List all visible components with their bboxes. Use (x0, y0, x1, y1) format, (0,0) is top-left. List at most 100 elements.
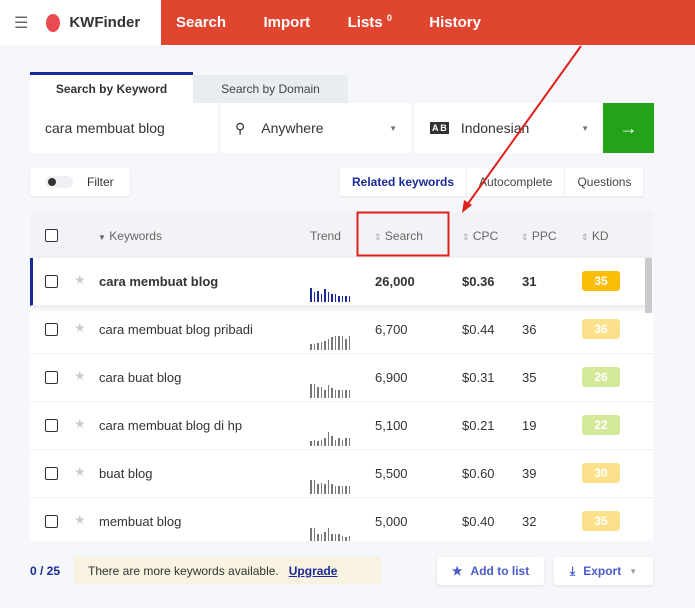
sort-icon: ⇕ (581, 232, 589, 242)
trend-bar (310, 441, 312, 446)
keyword-text[interactable]: cara membuat blog (99, 274, 218, 289)
search-volume: 5,000 (375, 514, 408, 529)
star-icon[interactable]: ★ (74, 464, 86, 480)
keyword-input[interactable]: cara membuat blog (30, 103, 218, 153)
row-checkbox[interactable] (45, 419, 58, 432)
table-row[interactable]: ★ cara membuat blog di hp 5,100 $0.21 19… (30, 402, 653, 450)
column-search-label: Search (384, 229, 423, 243)
trend-bar (338, 335, 340, 350)
trend-bar (338, 438, 340, 446)
star-icon[interactable]: ★ (74, 320, 86, 336)
keyword-text[interactable]: cara membuat blog pribadi (99, 322, 253, 337)
table-row[interactable]: ★ membuat blog 5,000 $0.40 32 35 (30, 498, 653, 541)
add-to-list-label: Add to list (470, 564, 530, 578)
sort-icon: ⇕ (462, 232, 470, 242)
trend-bar (348, 535, 350, 541)
column-search[interactable]: ⇕ Search (374, 229, 423, 243)
keywords-table: ▼ Keywords Trend ⇕ Search ⇕ CPC ⇕ PPC ⇕ … (30, 212, 653, 541)
trend-bar (313, 343, 315, 350)
keyword-text[interactable]: membuat blog (99, 514, 181, 529)
trend-bar (341, 295, 343, 302)
keyword-text[interactable]: cara buat blog (99, 370, 181, 385)
nav-search[interactable]: Search (176, 14, 226, 31)
table-row[interactable]: ★ cara buat blog 6,900 $0.31 35 26 (30, 354, 653, 402)
export-button[interactable]: ⤓ Export ▼ (554, 557, 653, 585)
search-go-button[interactable]: → (603, 103, 654, 153)
nav-history[interactable]: History (429, 14, 481, 31)
star-icon[interactable]: ★ (74, 512, 86, 528)
trend-bar (320, 439, 322, 446)
star-icon[interactable]: ★ (74, 272, 86, 288)
trend-bar (334, 390, 336, 398)
export-label: Export (583, 564, 622, 578)
row-checkbox[interactable] (45, 323, 58, 336)
brand: ☰ KWFinder (0, 0, 161, 45)
trend-bar (331, 337, 333, 350)
trend-bar (313, 292, 315, 302)
upgrade-link[interactable]: Upgrade (289, 564, 338, 578)
trend-bar (324, 341, 326, 350)
trend-bar (327, 292, 329, 302)
trend-bar (345, 486, 347, 494)
row-checkbox[interactable] (45, 275, 58, 288)
tab-related-keywords[interactable]: Related keywords (340, 168, 466, 196)
select-all-checkbox[interactable] (45, 229, 58, 242)
search-form: cara membuat blog ⚲ Anywhere ▼ A B Indon… (30, 103, 654, 153)
column-ppc[interactable]: ⇕ PPC (521, 229, 557, 243)
trend-bar (341, 390, 343, 398)
trend-bar (317, 290, 319, 302)
tab-questions[interactable]: Questions (564, 168, 643, 196)
keyword-text[interactable]: cara membuat blog di hp (99, 418, 242, 433)
ppc-value: 19 (522, 418, 537, 433)
cpc-value: $0.44 (462, 322, 495, 337)
language-select[interactable]: A B Indonesian ▼ (414, 103, 603, 153)
table-row[interactable]: ★ cara membuat blog 26,000 $0.36 31 35 (30, 258, 653, 306)
column-kd[interactable]: ⇕ KD (581, 229, 609, 243)
column-keywords[interactable]: ▼ Keywords (98, 229, 162, 243)
trend-bar (334, 294, 336, 302)
row-checkbox[interactable] (45, 515, 58, 528)
column-cpc[interactable]: ⇕ CPC (462, 229, 498, 243)
star-icon[interactable]: ★ (74, 368, 86, 384)
location-select[interactable]: ⚲ Anywhere ▼ (221, 103, 411, 153)
keyword-mode-tabs: Related keywords Autocomplete Questions (340, 168, 644, 196)
kwfinder-logo-icon (46, 13, 61, 32)
table-row[interactable]: ★ cara membuat blog pribadi 6,700 $0.44 … (30, 306, 653, 354)
selected-count: 0 / 25 (30, 564, 61, 578)
tab-search-by-domain[interactable]: Search by Domain (193, 75, 348, 103)
tab-autocomplete[interactable]: Autocomplete (466, 168, 564, 196)
nav-import[interactable]: Import (264, 14, 311, 31)
trend-bar (320, 386, 322, 398)
trend-bar (320, 482, 322, 494)
trend-bar (334, 486, 336, 494)
trend-bar (345, 390, 347, 398)
table-row[interactable]: ★ buat blog 5,500 $0.60 39 30 (30, 450, 653, 498)
trend-sparkline (310, 430, 350, 446)
cpc-value: $0.60 (462, 466, 495, 481)
row-checkbox[interactable] (45, 467, 58, 480)
add-to-list-button[interactable]: ★ Add to list (437, 557, 544, 585)
trend-bar (320, 294, 322, 302)
table-scrollbar[interactable] (645, 258, 652, 313)
tab-search-by-keyword[interactable]: Search by Keyword (30, 72, 193, 103)
search-volume: 26,000 (375, 274, 415, 289)
row-checkbox[interactable] (45, 371, 58, 384)
hamburger-icon[interactable]: ☰ (14, 13, 28, 33)
star-icon[interactable]: ★ (74, 416, 86, 432)
app-name[interactable]: KWFinder (69, 14, 140, 31)
download-icon: ⤓ (569, 563, 576, 578)
trend-bar (317, 441, 319, 446)
column-keywords-label: Keywords (109, 229, 162, 243)
trend-bar (313, 439, 315, 446)
nav-lists[interactable]: Lists 0 (348, 13, 392, 31)
keyword-text[interactable]: buat blog (99, 466, 153, 481)
kd-badge: 36 (582, 319, 620, 339)
filter-toggle[interactable]: Filter (30, 168, 130, 196)
table-body: ★ cara membuat blog 26,000 $0.36 31 35 ★… (30, 258, 653, 541)
ppc-value: 35 (522, 370, 537, 385)
toggle-switch[interactable] (45, 176, 73, 188)
trend-sparkline (310, 286, 350, 302)
language-icon: A B (430, 122, 449, 134)
trend-bar (338, 295, 340, 302)
trend-bar (313, 479, 315, 494)
